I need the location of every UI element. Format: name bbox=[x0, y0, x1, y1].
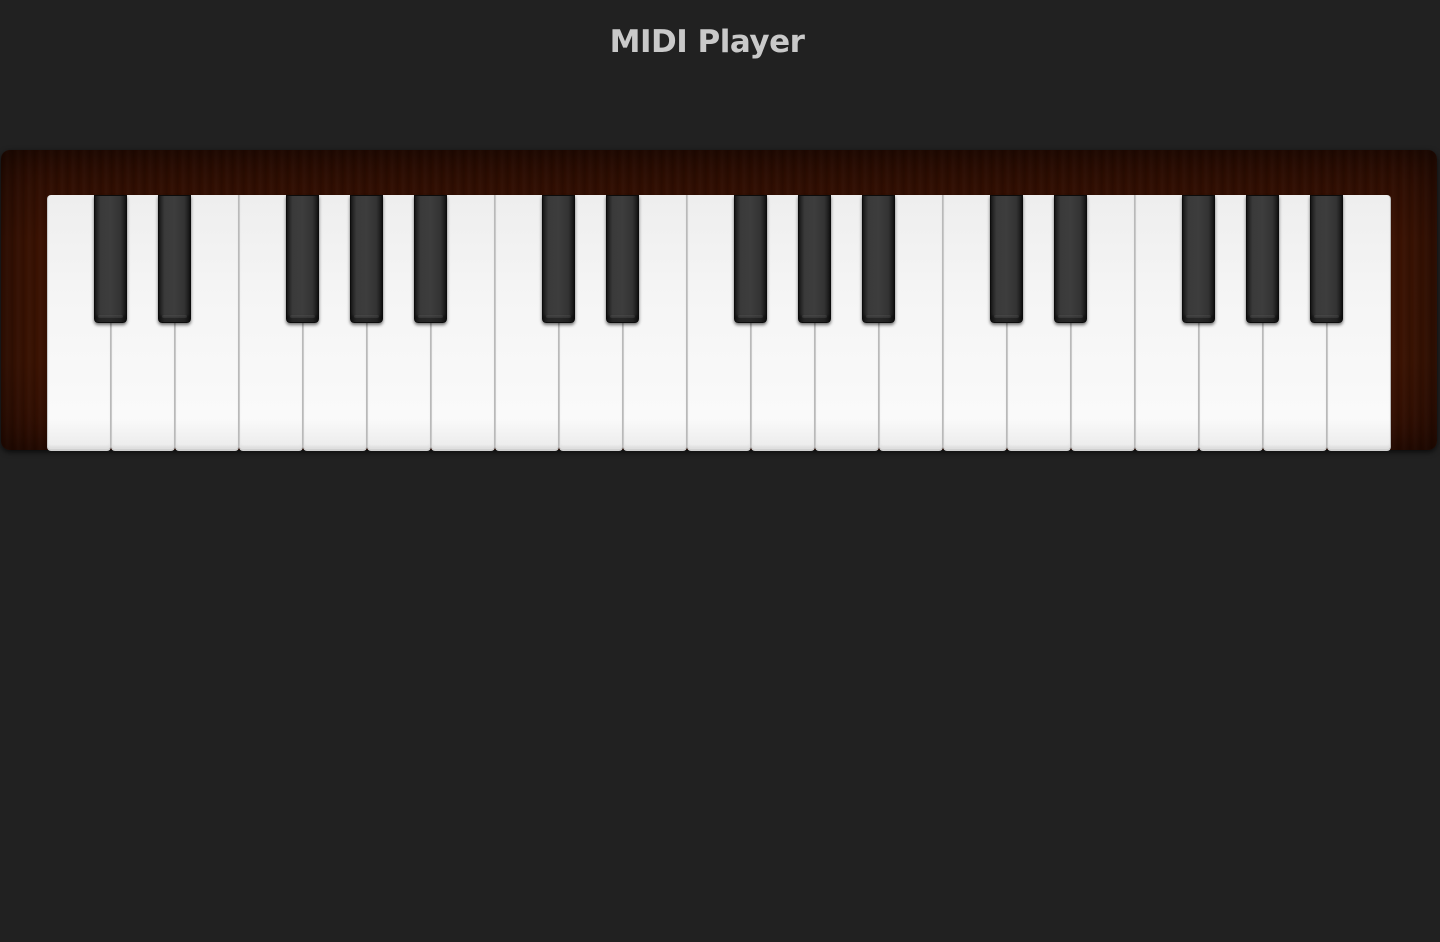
black-key-f-sharp[interactable] bbox=[1182, 195, 1215, 323]
black-key-g-sharp[interactable] bbox=[350, 195, 383, 323]
black-key-g-sharp[interactable] bbox=[1246, 195, 1279, 323]
black-key-a-sharp[interactable] bbox=[1310, 195, 1343, 323]
black-key-a-sharp[interactable] bbox=[414, 195, 447, 323]
page-title: MIDI Player bbox=[609, 24, 805, 60]
black-key-c-sharp[interactable] bbox=[990, 195, 1023, 323]
black-key-g-sharp[interactable] bbox=[798, 195, 831, 323]
black-key-a-sharp[interactable] bbox=[862, 195, 895, 323]
black-key-d-sharp[interactable] bbox=[1054, 195, 1087, 323]
black-key-c-sharp[interactable] bbox=[542, 195, 575, 323]
black-key-f-sharp[interactable] bbox=[734, 195, 767, 323]
black-key-d-sharp[interactable] bbox=[606, 195, 639, 323]
black-key-c-sharp[interactable] bbox=[94, 195, 127, 323]
black-key-d-sharp[interactable] bbox=[158, 195, 191, 323]
piano-keyboard bbox=[47, 195, 1391, 451]
black-key-f-sharp[interactable] bbox=[286, 195, 319, 323]
